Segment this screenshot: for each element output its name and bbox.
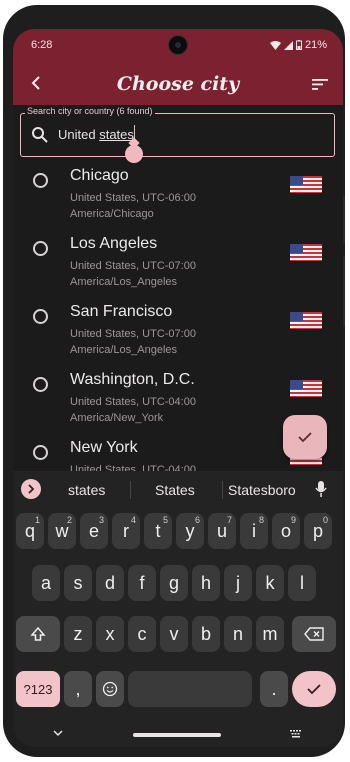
city-details: United States, UTC-04:00 <box>70 464 196 471</box>
app-bar: Choose city <box>13 63 343 105</box>
search-label: Search city or country (6 found) <box>25 106 155 116</box>
key-v[interactable]: v <box>160 616 188 652</box>
period-key[interactable]: . <box>260 671 288 707</box>
city-details: United States, UTC-07:00 <box>70 328 196 340</box>
us-flag-icon <box>290 312 322 329</box>
symbols-key[interactable]: ?123 <box>16 671 60 707</box>
search-icon <box>32 127 48 143</box>
microphone-icon[interactable] <box>313 480 329 498</box>
city-timezone: America/Los_Angeles <box>70 344 178 356</box>
key-f[interactable]: f <box>128 565 156 601</box>
status-time: 6:28 <box>31 39 53 51</box>
city-name: Los Angeles <box>70 235 158 252</box>
us-flag-icon <box>290 176 322 193</box>
city-name: Washington, D.C. <box>70 371 195 388</box>
check-icon <box>298 432 312 443</box>
city-timezone: America/Los_Angeles <box>70 276 178 288</box>
backspace-icon <box>304 627 324 641</box>
keyboard: states States Statesboro q1 w2 e3 r4 t5 … <box>13 471 343 747</box>
radio-button[interactable] <box>33 241 48 256</box>
enter-key[interactable] <box>292 671 336 707</box>
us-flag-icon <box>290 380 322 397</box>
screen: 6:28 21% Choose city Search city or coun… <box>13 29 343 747</box>
key-j[interactable]: j <box>224 565 252 601</box>
key-s[interactable]: s <box>64 565 92 601</box>
key-a[interactable]: a <box>32 565 60 601</box>
key-u[interactable]: u7 <box>208 513 236 549</box>
search-field[interactable]: Search city or country (6 found) United … <box>20 106 335 163</box>
city-name: Chicago <box>70 167 129 184</box>
shift-key[interactable] <box>16 616 60 652</box>
wifi-icon <box>269 40 281 50</box>
city-details: United States, UTC-07:00 <box>70 260 196 272</box>
radio-button[interactable] <box>33 445 48 460</box>
page-title: Choose city <box>116 73 240 95</box>
key-n[interactable]: n <box>224 616 252 652</box>
phone-frame: 6:28 21% Choose city Search city or coun… <box>3 5 345 757</box>
key-h[interactable]: h <box>192 565 220 601</box>
shift-icon <box>30 626 46 641</box>
home-handle[interactable] <box>133 733 221 737</box>
key-e[interactable]: e3 <box>80 513 108 549</box>
key-i[interactable]: i8 <box>240 513 268 549</box>
search-input[interactable]: United states <box>58 127 134 142</box>
key-z[interactable]: z <box>64 616 92 652</box>
key-l[interactable]: l <box>288 565 316 601</box>
navigation-bar <box>13 723 343 747</box>
key-c[interactable]: c <box>128 616 156 652</box>
hide-keyboard-icon[interactable] <box>53 729 63 737</box>
radio-button[interactable] <box>33 173 48 188</box>
confirm-fab[interactable] <box>283 415 327 459</box>
signal-icon <box>283 40 293 50</box>
radio-button[interactable] <box>33 309 48 324</box>
key-d[interactable]: d <box>96 565 124 601</box>
key-y[interactable]: y6 <box>176 513 204 549</box>
divider <box>222 481 223 499</box>
key-r[interactable]: r4 <box>112 513 140 549</box>
space-key[interactable] <box>128 671 252 707</box>
expand-suggestions-icon[interactable] <box>21 479 41 499</box>
city-details: United States, UTC-04:00 <box>70 396 196 408</box>
battery-icon <box>295 40 302 50</box>
radio-button[interactable] <box>33 377 48 392</box>
key-t[interactable]: t5 <box>144 513 172 549</box>
key-k[interactable]: k <box>256 565 284 601</box>
divider <box>130 481 131 499</box>
comma-key[interactable]: , <box>64 671 92 707</box>
sort-icon[interactable] <box>309 73 331 95</box>
emoji-key[interactable] <box>96 671 124 707</box>
search-value-text: United <box>58 127 100 142</box>
list-item[interactable]: Los Angeles United States, UTC-07:00 Amer… <box>13 227 343 295</box>
key-p[interactable]: p0 <box>304 513 332 549</box>
suggestion-2[interactable]: States <box>155 482 195 498</box>
key-o[interactable]: o9 <box>272 513 300 549</box>
suggestion-strip: states States Statesboro <box>13 471 343 507</box>
check-icon <box>307 684 321 695</box>
front-camera <box>168 35 188 55</box>
list-item[interactable]: San Francisco United States, UTC-07:00 Am… <box>13 295 343 363</box>
key-q[interactable]: q1 <box>16 513 44 549</box>
us-flag-icon <box>290 244 322 261</box>
search-value-composing: states <box>99 127 134 142</box>
key-w[interactable]: w2 <box>48 513 76 549</box>
emoji-icon <box>102 681 118 697</box>
key-b[interactable]: b <box>192 616 220 652</box>
city-timezone: America/New_York <box>70 412 164 424</box>
city-name: San Francisco <box>70 303 173 320</box>
backspace-key[interactable] <box>292 616 336 652</box>
status-icons: 21% <box>269 39 327 51</box>
key-m[interactable]: m <box>256 616 284 652</box>
list-item[interactable]: Chicago United States, UTC-06:00 America/… <box>13 159 343 227</box>
key-g[interactable]: g <box>160 565 188 601</box>
city-timezone: America/Chicago <box>70 208 154 220</box>
city-name: New York <box>70 439 138 456</box>
status-bar: 6:28 21% <box>13 29 343 63</box>
suggestion-3[interactable]: Statesboro <box>228 482 296 498</box>
suggestion-1[interactable]: states <box>68 482 105 498</box>
city-details: United States, UTC-06:00 <box>70 192 196 204</box>
battery-level: 21% <box>304 39 327 51</box>
keyboard-switch-icon[interactable] <box>289 729 303 738</box>
key-x[interactable]: x <box>96 616 124 652</box>
